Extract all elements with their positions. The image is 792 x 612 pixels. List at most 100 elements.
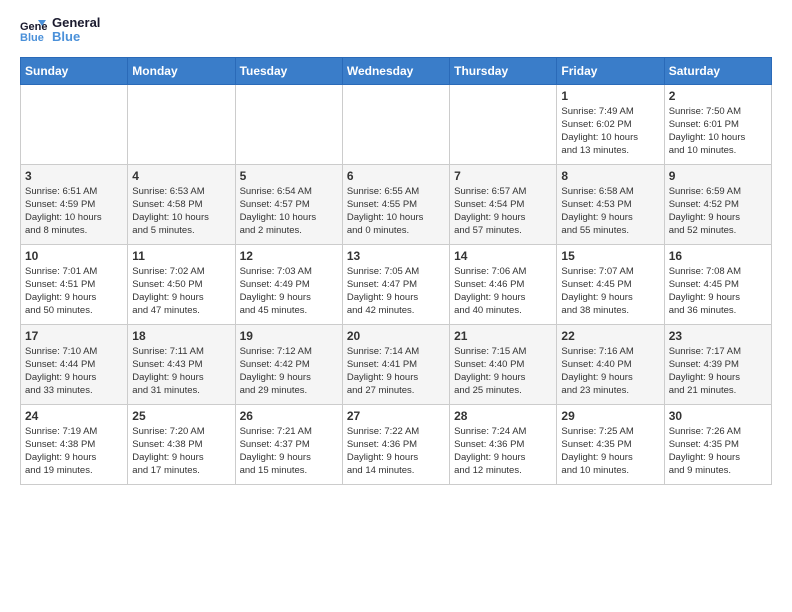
day-cell: 26 Sunrise: 7:21 AM Sunset: 4:37 PM Dayli…	[235, 404, 342, 484]
day-info: Sunrise: 7:06 AM Sunset: 4:46 PM Dayligh…	[454, 265, 552, 318]
day-number: 9	[669, 169, 767, 183]
day-cell: 23 Sunrise: 7:17 AM Sunset: 4:39 PM Dayli…	[664, 324, 771, 404]
day-cell: 16Sunrise: 7:08 AM Sunset: 4:45 PM Dayli…	[664, 244, 771, 324]
logo-blue: Blue	[52, 29, 80, 44]
day-info: Sunrise: 7:49 AM Sunset: 6:02 PM Dayligh…	[561, 105, 659, 158]
day-info: Sunrise: 7:03 AM Sunset: 4:49 PM Dayligh…	[240, 265, 338, 318]
day-cell: 9 Sunrise: 6:59 AM Sunset: 4:52 PM Daylig…	[664, 164, 771, 244]
day-cell: 7Sunrise: 6:57 AM Sunset: 4:54 PM Daylig…	[450, 164, 557, 244]
day-cell: 14 Sunrise: 7:06 AM Sunset: 4:46 PM Dayli…	[450, 244, 557, 324]
day-cell: 18 Sunrise: 7:11 AM Sunset: 4:43 PM Dayli…	[128, 324, 235, 404]
day-cell	[342, 84, 449, 164]
weekday-sunday: Sunday	[21, 57, 128, 84]
day-number: 13	[347, 249, 445, 263]
day-cell: 28 Sunrise: 7:24 AM Sunset: 4:36 PM Dayli…	[450, 404, 557, 484]
week-row-5: 24Sunrise: 7:19 AM Sunset: 4:38 PM Dayli…	[21, 404, 772, 484]
day-info: Sunrise: 6:59 AM Sunset: 4:52 PM Dayligh…	[669, 185, 767, 238]
day-cell: 30 Sunrise: 7:26 AM Sunset: 4:35 PM Dayli…	[664, 404, 771, 484]
day-info: Sunrise: 7:17 AM Sunset: 4:39 PM Dayligh…	[669, 345, 767, 398]
day-number: 1	[561, 89, 659, 103]
day-number: 30	[669, 409, 767, 423]
svg-text:Blue: Blue	[20, 32, 44, 44]
weekday-tuesday: Tuesday	[235, 57, 342, 84]
day-number: 27	[347, 409, 445, 423]
day-number: 8	[561, 169, 659, 183]
day-info: Sunrise: 7:10 AM Sunset: 4:44 PM Dayligh…	[25, 345, 123, 398]
day-number: 21	[454, 329, 552, 343]
day-cell	[235, 84, 342, 164]
day-cell: 27 Sunrise: 7:22 AM Sunset: 4:36 PM Dayli…	[342, 404, 449, 484]
day-info: Sunrise: 6:53 AM Sunset: 4:58 PM Dayligh…	[132, 185, 230, 238]
day-info: Sunrise: 7:21 AM Sunset: 4:37 PM Dayligh…	[240, 425, 338, 478]
day-cell	[450, 84, 557, 164]
calendar-body: 1 Sunrise: 7:49 AM Sunset: 6:02 PM Daylig…	[21, 84, 772, 484]
day-cell: 8 Sunrise: 6:58 AM Sunset: 4:53 PM Daylig…	[557, 164, 664, 244]
calendar: SundayMondayTuesdayWednesdayThursdayFrid…	[20, 57, 772, 485]
logo: General Blue General Blue	[20, 16, 100, 45]
day-cell	[128, 84, 235, 164]
day-info: Sunrise: 7:16 AM Sunset: 4:40 PM Dayligh…	[561, 345, 659, 398]
day-number: 25	[132, 409, 230, 423]
day-info: Sunrise: 6:57 AM Sunset: 4:54 PM Dayligh…	[454, 185, 552, 238]
day-cell: 21 Sunrise: 7:15 AM Sunset: 4:40 PM Dayli…	[450, 324, 557, 404]
weekday-friday: Friday	[557, 57, 664, 84]
day-info: Sunrise: 7:12 AM Sunset: 4:42 PM Dayligh…	[240, 345, 338, 398]
day-info: Sunrise: 7:24 AM Sunset: 4:36 PM Dayligh…	[454, 425, 552, 478]
day-number: 26	[240, 409, 338, 423]
day-number: 6	[347, 169, 445, 183]
weekday-thursday: Thursday	[450, 57, 557, 84]
day-number: 10	[25, 249, 123, 263]
day-number: 17	[25, 329, 123, 343]
day-cell: 11Sunrise: 7:02 AM Sunset: 4:50 PM Dayli…	[128, 244, 235, 324]
weekday-saturday: Saturday	[664, 57, 771, 84]
week-row-3: 10 Sunrise: 7:01 AM Sunset: 4:51 PM Dayli…	[21, 244, 772, 324]
day-number: 2	[669, 89, 767, 103]
weekday-header-row: SundayMondayTuesdayWednesdayThursdayFrid…	[21, 57, 772, 84]
day-info: Sunrise: 6:55 AM Sunset: 4:55 PM Dayligh…	[347, 185, 445, 238]
day-cell: 17 Sunrise: 7:10 AM Sunset: 4:44 PM Dayli…	[21, 324, 128, 404]
day-number: 15	[561, 249, 659, 263]
day-number: 29	[561, 409, 659, 423]
day-number: 28	[454, 409, 552, 423]
day-cell: 22Sunrise: 7:16 AM Sunset: 4:40 PM Dayli…	[557, 324, 664, 404]
day-cell: 20Sunrise: 7:14 AM Sunset: 4:41 PM Dayli…	[342, 324, 449, 404]
day-number: 19	[240, 329, 338, 343]
day-info: Sunrise: 7:25 AM Sunset: 4:35 PM Dayligh…	[561, 425, 659, 478]
day-number: 18	[132, 329, 230, 343]
day-cell	[21, 84, 128, 164]
day-number: 23	[669, 329, 767, 343]
day-number: 14	[454, 249, 552, 263]
day-info: Sunrise: 7:22 AM Sunset: 4:36 PM Dayligh…	[347, 425, 445, 478]
day-info: Sunrise: 7:19 AM Sunset: 4:38 PM Dayligh…	[25, 425, 123, 478]
day-info: Sunrise: 7:07 AM Sunset: 4:45 PM Dayligh…	[561, 265, 659, 318]
day-cell: 5Sunrise: 6:54 AM Sunset: 4:57 PM Daylig…	[235, 164, 342, 244]
day-cell: 15 Sunrise: 7:07 AM Sunset: 4:45 PM Dayli…	[557, 244, 664, 324]
day-info: Sunrise: 6:58 AM Sunset: 4:53 PM Dayligh…	[561, 185, 659, 238]
day-info: Sunrise: 7:11 AM Sunset: 4:43 PM Dayligh…	[132, 345, 230, 398]
weekday-wednesday: Wednesday	[342, 57, 449, 84]
day-number: 11	[132, 249, 230, 263]
weekday-monday: Monday	[128, 57, 235, 84]
day-info: Sunrise: 7:08 AM Sunset: 4:45 PM Dayligh…	[669, 265, 767, 318]
day-cell: 3 Sunrise: 6:51 AM Sunset: 4:59 PM Daylig…	[21, 164, 128, 244]
day-info: Sunrise: 6:51 AM Sunset: 4:59 PM Dayligh…	[25, 185, 123, 238]
day-cell: 1 Sunrise: 7:49 AM Sunset: 6:02 PM Daylig…	[557, 84, 664, 164]
day-cell: 4 Sunrise: 6:53 AM Sunset: 4:58 PM Daylig…	[128, 164, 235, 244]
day-cell: 29 Sunrise: 7:25 AM Sunset: 4:35 PM Dayli…	[557, 404, 664, 484]
day-number: 4	[132, 169, 230, 183]
day-cell: 10 Sunrise: 7:01 AM Sunset: 4:51 PM Dayli…	[21, 244, 128, 324]
day-info: Sunrise: 7:01 AM Sunset: 4:51 PM Dayligh…	[25, 265, 123, 318]
day-number: 5	[240, 169, 338, 183]
day-number: 12	[240, 249, 338, 263]
day-info: Sunrise: 7:26 AM Sunset: 4:35 PM Dayligh…	[669, 425, 767, 478]
day-info: Sunrise: 7:15 AM Sunset: 4:40 PM Dayligh…	[454, 345, 552, 398]
calendar-header: SundayMondayTuesdayWednesdayThursdayFrid…	[21, 57, 772, 84]
day-cell: 6 Sunrise: 6:55 AM Sunset: 4:55 PM Daylig…	[342, 164, 449, 244]
day-cell: 2Sunrise: 7:50 AM Sunset: 6:01 PM Daylig…	[664, 84, 771, 164]
day-number: 3	[25, 169, 123, 183]
day-number: 20	[347, 329, 445, 343]
day-cell: 19 Sunrise: 7:12 AM Sunset: 4:42 PM Dayli…	[235, 324, 342, 404]
day-cell: 12 Sunrise: 7:03 AM Sunset: 4:49 PM Dayli…	[235, 244, 342, 324]
week-row-2: 3 Sunrise: 6:51 AM Sunset: 4:59 PM Daylig…	[21, 164, 772, 244]
week-row-1: 1 Sunrise: 7:49 AM Sunset: 6:02 PM Daylig…	[21, 84, 772, 164]
